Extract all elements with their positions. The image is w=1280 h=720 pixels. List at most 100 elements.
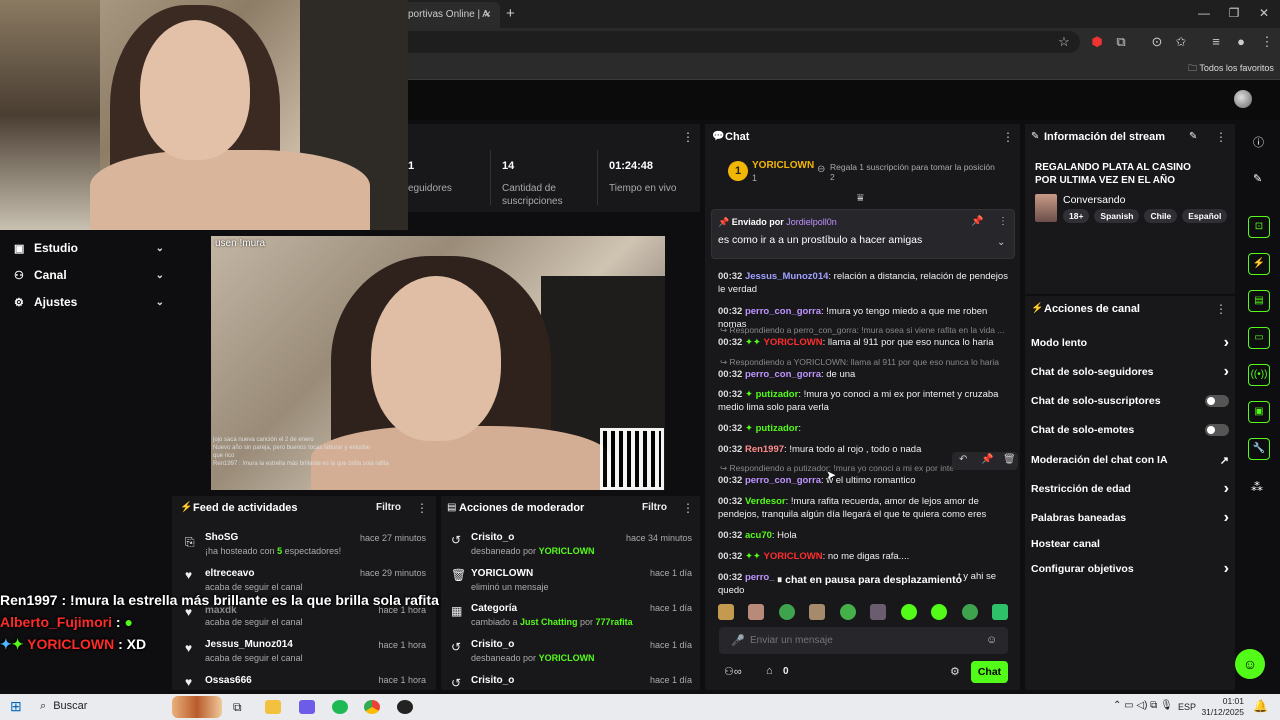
chat-username[interactable]: perro_con_gorra	[745, 475, 821, 486]
extension-icon[interactable]: ⬢	[1088, 34, 1106, 50]
more-options-icon[interactable]: ⋮	[1002, 130, 1014, 144]
more-options-icon[interactable]: ⋮	[682, 130, 694, 144]
emote-icon[interactable]	[839, 604, 856, 620]
chat-username[interactable]: Jessus_Munoz014	[745, 271, 828, 282]
tag[interactable]: Chile	[1144, 209, 1178, 223]
channel-action-item[interactable]: Chat de solo-emotes	[1031, 422, 1229, 438]
favorites-icon[interactable]: ✩	[1172, 34, 1190, 50]
chat-message[interactable]: 00:32 perro_con_gorra: w el ultimo roman…	[718, 474, 1008, 487]
notification-icon[interactable]: 🔔	[1253, 699, 1268, 713]
language-indicator[interactable]: ESP	[1178, 702, 1196, 712]
mod-filter-button[interactable]: Filtro	[642, 502, 667, 513]
edit-icon[interactable]: ✎	[1189, 131, 1197, 142]
restore-icon[interactable]: ❐	[1224, 6, 1244, 20]
channel-action-item[interactable]: Configurar objetivos ›	[1031, 560, 1229, 577]
mod-row-name[interactable]: Categoría	[471, 603, 517, 614]
emote-icon[interactable]	[961, 604, 978, 620]
channel-action-item[interactable]: Modo lento ›	[1031, 334, 1229, 351]
emote-icon[interactable]	[870, 604, 887, 620]
user-avatar-icon[interactable]: ●	[1232, 34, 1250, 49]
mod-row-name[interactable]: Crisito_o	[471, 532, 514, 543]
task-view-icon[interactable]: ⧉	[233, 700, 242, 715]
chat-bubble-icon[interactable]: ▭	[1248, 327, 1270, 349]
chat-username[interactable]: perro_con_gorra	[745, 369, 821, 380]
all-bookmarks[interactable]: 🗀 Todos los favoritos	[1188, 61, 1274, 77]
chat-username[interactable]: perro_con_gorra	[745, 306, 821, 317]
chevron-down-icon[interactable]: ⌄	[997, 237, 1005, 248]
chat-username[interactable]: Verdesor	[745, 496, 786, 507]
emote-icon[interactable]	[778, 604, 795, 620]
mod-row-name[interactable]: YORICLOWN	[471, 568, 533, 579]
emote-icon[interactable]	[931, 604, 948, 620]
clock[interactable]: 01:01 31/12/2025	[1200, 696, 1244, 718]
gear-icon[interactable]: ⚙	[950, 665, 960, 678]
collapse-icon[interactable]: ⩸	[857, 192, 864, 205]
channel-action-item[interactable]: Hostear canal	[1031, 536, 1229, 552]
feed-row-name[interactable]: Ossas666	[205, 675, 252, 686]
emote-icon[interactable]	[900, 604, 917, 620]
chat-message[interactable]: 00:32 Verdesor: !mura rafita recuerda, a…	[718, 495, 1008, 521]
extensions-icon[interactable]: ⧉	[1112, 34, 1130, 50]
close-window-icon[interactable]: ✕	[1254, 6, 1274, 20]
clip-icon[interactable]: ⊡	[1248, 216, 1270, 238]
emote-icon[interactable]	[809, 604, 826, 620]
chat-reply-context[interactable]: ↪ Respondiendo a YORICLOWN: llama al 911…	[720, 357, 1005, 368]
chat-message[interactable]: 00:32 ✦✦ YORICLOWN: llama al 911 por que…	[718, 336, 1008, 349]
chat-reply-context[interactable]: ↪ Respondiendo a perro_con_gorra: !mura …	[720, 325, 1005, 336]
feed-row-name[interactable]: ShoSG	[205, 532, 238, 543]
address-bar[interactable]	[400, 31, 1080, 53]
chat-username[interactable]: putizador	[756, 389, 799, 400]
chat-username[interactable]: YORICLOWN	[764, 551, 823, 562]
feed-row-name[interactable]: eltreceavo	[205, 568, 254, 579]
chat-username[interactable]: Ren1997	[745, 444, 784, 455]
tray-icons[interactable]: ⌃ ▭ ◁) ⧉ 🎙	[1113, 700, 1173, 711]
chrome-icon[interactable]	[364, 700, 380, 714]
infinity-icon[interactable]: ⚇∞	[724, 665, 742, 678]
pin-icon[interactable]: 📌	[981, 454, 993, 465]
channel-action-item[interactable]: Moderación del chat con IA ↗	[1031, 452, 1229, 468]
chat-username[interactable]: perro_	[745, 572, 775, 583]
chat-message[interactable]: 00:32 ✦ putizador:	[718, 422, 1008, 435]
clipboard-icon[interactable]: ▤	[1248, 290, 1270, 312]
new-tab-button[interactable]: +	[506, 5, 515, 22]
more-options-icon[interactable]: ⋮	[998, 216, 1008, 227]
more-options-icon[interactable]: ⋮	[682, 501, 694, 515]
windows-start-icon[interactable]: ⊞	[10, 698, 22, 715]
info-icon[interactable]: ⓘ	[1253, 134, 1264, 150]
emote-icon[interactable]	[718, 604, 734, 620]
tag[interactable]: 18+	[1063, 209, 1090, 223]
minimize-icon[interactable]: —	[1194, 6, 1214, 20]
obs-icon[interactable]	[397, 700, 413, 714]
emoji-icon[interactable]: ☺	[986, 634, 997, 646]
chat-message[interactable]: 00:32 Jessus_Munoz014: relación a distan…	[718, 270, 1008, 296]
toggle-switch[interactable]	[1205, 424, 1229, 436]
microphone-icon[interactable]: 🎤	[731, 634, 745, 647]
nodes-icon[interactable]: ⁂	[1251, 480, 1263, 494]
trash-icon[interactable]: 🗑	[1003, 454, 1016, 465]
profile-switch-icon[interactable]: ⊙	[1148, 34, 1166, 50]
menu-icon[interactable]: ⋮	[1258, 34, 1276, 50]
chat-message[interactable]: 00:32 ✦ putizador: !mura yo conoci a mi …	[718, 388, 1008, 414]
channel-action-item[interactable]: Chat de solo-seguidores ›	[1031, 363, 1229, 380]
tab-close-icon[interactable]: ×	[484, 7, 491, 21]
chat-paused[interactable]: ⏸ chat en pausa para desplazamiento	[777, 574, 962, 587]
taskbar-search[interactable]: ⌕ Buscar	[40, 700, 87, 713]
tag[interactable]: Spanish	[1094, 209, 1140, 223]
channel-action-item[interactable]: Palabras baneadas ›	[1031, 509, 1229, 526]
chat-username[interactable]: YORICLOWN	[764, 337, 823, 348]
lightning-icon[interactable]: ⚡	[1248, 253, 1270, 275]
more-options-icon[interactable]: ⋮	[1215, 302, 1227, 316]
more-options-icon[interactable]: ⋮	[1215, 130, 1227, 144]
channel-action-item[interactable]: Chat de solo-suscriptores	[1031, 393, 1229, 409]
emote-icon[interactable]	[748, 604, 765, 620]
widget-icon[interactable]	[172, 696, 222, 718]
chat-message[interactable]: 00:32 perro_con_gorra: de una	[718, 368, 1008, 381]
store-icon[interactable]: ⌂	[766, 665, 773, 677]
reply-icon[interactable]: ↶	[959, 454, 967, 465]
tag[interactable]: Español	[1182, 209, 1228, 223]
channel-action-item[interactable]: Restricción de edad ›	[1031, 480, 1229, 497]
pin-icon[interactable]: 📌	[971, 216, 983, 227]
chat-message[interactable]: 00:32 ✦✦ YORICLOWN: no me digas rafa....	[718, 550, 1008, 563]
mod-row-name[interactable]: Crisito_o	[471, 639, 514, 650]
mod-row-name[interactable]: Crisito_o	[471, 675, 514, 686]
